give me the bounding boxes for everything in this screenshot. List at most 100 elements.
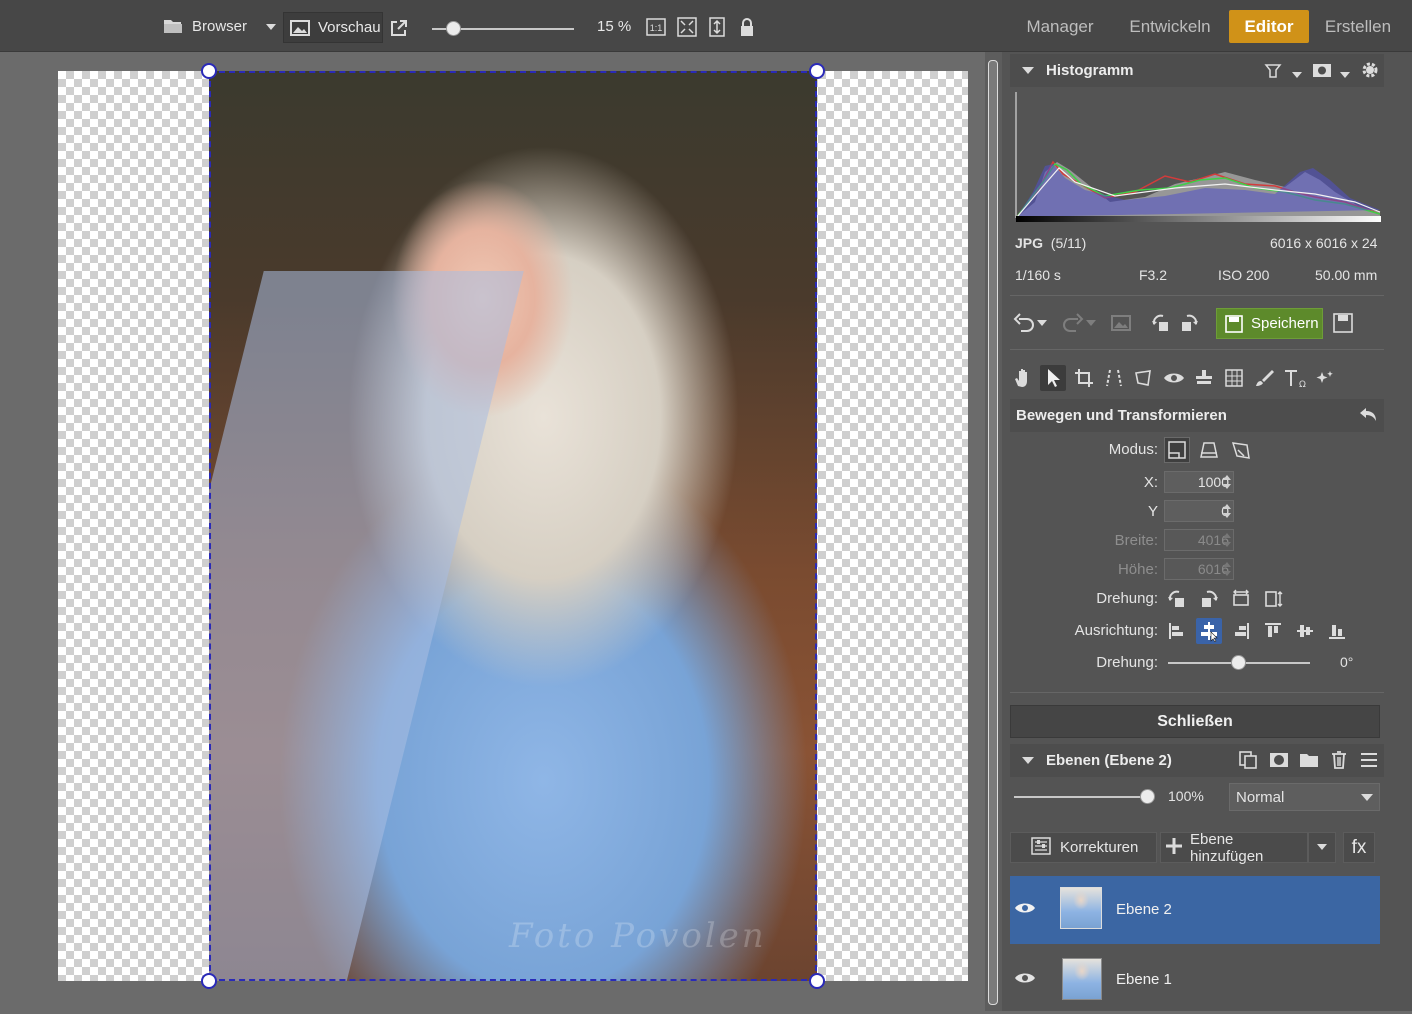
effects-stars-icon[interactable] xyxy=(1312,365,1338,391)
red-eye-tool-icon[interactable] xyxy=(1161,365,1187,391)
rotate-left-icon[interactable] xyxy=(1148,310,1174,336)
tab-erstellen[interactable]: Erstellen xyxy=(1318,10,1398,43)
rotate-left-90-icon[interactable] xyxy=(1164,586,1190,612)
folder-icon[interactable] xyxy=(1299,750,1319,774)
pin-dropdown-icon[interactable] xyxy=(1292,66,1302,83)
layers-title: Ebenen (Ebene 2) xyxy=(1046,752,1172,769)
fx-button[interactable]: fx xyxy=(1343,832,1375,863)
scrollbar-thumb[interactable] xyxy=(988,60,998,1005)
zoom-slider-handle[interactable] xyxy=(446,21,461,36)
camera-dropdown-icon[interactable] xyxy=(1340,66,1350,83)
fit-height-icon[interactable] xyxy=(706,16,728,38)
distort-tool-icon[interactable] xyxy=(1131,365,1157,391)
layer-item-ebene-2[interactable]: Ebene 2 xyxy=(1010,876,1380,944)
browser-dropdown-icon[interactable] xyxy=(262,18,280,36)
undo-dropdown-icon[interactable] xyxy=(1035,310,1049,336)
add-layer-button[interactable]: Ebene hinzufügen xyxy=(1160,831,1308,865)
canvas-scrollbar[interactable] xyxy=(985,52,1002,1011)
zoom-1-1-icon[interactable]: 1:1 xyxy=(645,16,667,38)
canvas-area[interactable]: Foto Povolen xyxy=(0,52,985,1011)
collapse-icon xyxy=(1022,67,1034,74)
camera-icon[interactable] xyxy=(1312,61,1332,83)
align-center-horizontal-icon[interactable] xyxy=(1196,618,1222,644)
preview-button[interactable]: Vorschau xyxy=(283,12,383,43)
pin-icon[interactable] xyxy=(1264,61,1282,83)
trash-icon[interactable] xyxy=(1330,750,1348,774)
save-button[interactable]: Speichern xyxy=(1216,308,1323,339)
blend-mode-value: Normal xyxy=(1236,788,1285,806)
layer-item-ebene-1[interactable]: Ebene 1 xyxy=(1010,946,1380,1014)
histogram-graph xyxy=(1015,92,1381,222)
mode-move-icon[interactable] xyxy=(1164,437,1190,463)
eye-icon[interactable] xyxy=(1014,900,1036,921)
grid-tool-icon[interactable] xyxy=(1221,365,1247,391)
transform-handle-top-right[interactable] xyxy=(809,63,825,79)
text-tool-icon[interactable]: Ω xyxy=(1282,365,1308,391)
fit-screen-icon[interactable] xyxy=(676,16,698,38)
transform-handle-bottom-left[interactable] xyxy=(201,973,217,989)
brush-tool-icon[interactable] xyxy=(1251,365,1277,391)
tab-manager[interactable]: Manager xyxy=(1012,10,1108,43)
tab-manager-label: Manager xyxy=(1026,16,1094,36)
flip-horizontal-icon[interactable] xyxy=(1228,586,1254,612)
hand-tool-icon[interactable] xyxy=(1010,365,1036,391)
duplicate-layer-icon[interactable] xyxy=(1238,750,1258,774)
perspective-tool-icon[interactable] xyxy=(1101,365,1127,391)
opacity-slider-track[interactable] xyxy=(1014,796,1148,798)
external-window-icon[interactable] xyxy=(388,17,410,39)
align-left-icon[interactable] xyxy=(1164,618,1190,644)
rotate-right-icon[interactable] xyxy=(1176,310,1202,336)
layer-mask-icon[interactable] xyxy=(1269,750,1289,774)
opacity-slider-handle[interactable] xyxy=(1140,789,1155,804)
reset-arrow-icon[interactable] xyxy=(1358,405,1378,429)
save-label: Speichern xyxy=(1251,315,1319,332)
width-label: Breite: xyxy=(1114,532,1158,549)
tab-editor[interactable]: Editor xyxy=(1229,10,1309,43)
width-spinner xyxy=(1221,529,1233,551)
add-layer-dropdown[interactable] xyxy=(1308,832,1336,863)
mode-distort-icon[interactable] xyxy=(1228,437,1254,463)
clone-stamp-icon[interactable] xyxy=(1191,365,1217,391)
blend-mode-select[interactable]: Normal xyxy=(1229,783,1380,811)
flip-vertical-icon[interactable] xyxy=(1260,586,1286,612)
move-tool-icon[interactable] xyxy=(1040,365,1066,391)
divider xyxy=(1010,349,1384,350)
y-spinner[interactable] xyxy=(1221,500,1233,522)
height-spinner xyxy=(1221,558,1233,580)
sliders-icon xyxy=(1031,836,1051,859)
layer-name: Ebene 2 xyxy=(1116,901,1172,918)
align-bottom-icon[interactable] xyxy=(1324,618,1350,644)
mode-perspective-icon[interactable] xyxy=(1196,437,1222,463)
x-spinner[interactable] xyxy=(1221,471,1233,493)
tab-editor-label: Editor xyxy=(1244,16,1294,36)
align-top-icon[interactable] xyxy=(1260,618,1286,644)
layers-header[interactable]: Ebenen (Ebene 2) xyxy=(1010,744,1384,777)
align-center-vertical-icon[interactable] xyxy=(1292,618,1318,644)
height-label: Höhe: xyxy=(1117,561,1158,578)
image-icon xyxy=(290,19,310,37)
lock-icon[interactable] xyxy=(736,16,758,38)
undo-icon[interactable] xyxy=(1011,310,1037,336)
menu-icon[interactable] xyxy=(1360,751,1378,773)
crop-tool-icon[interactable] xyxy=(1071,365,1097,391)
corrections-button[interactable]: Korrekturen xyxy=(1010,832,1157,863)
layer-name: Ebene 1 xyxy=(1116,971,1172,988)
divider xyxy=(1010,295,1384,296)
image-dimensions: 6016 x 6016 x 24 xyxy=(1270,235,1378,251)
align-right-icon[interactable] xyxy=(1228,618,1254,644)
redo-dropdown-icon xyxy=(1084,310,1098,336)
tab-erstellen-label: Erstellen xyxy=(1324,16,1392,36)
settings-gear-icon[interactable] xyxy=(1360,60,1380,84)
transform-title: Bewegen und Transformieren xyxy=(1016,407,1227,424)
angle-slider-handle[interactable] xyxy=(1231,655,1246,670)
rotate-right-90-icon[interactable] xyxy=(1196,586,1222,612)
eye-icon[interactable] xyxy=(1014,970,1036,991)
transform-handle-bottom-right[interactable] xyxy=(809,973,825,989)
tab-entwickeln[interactable]: Entwickeln xyxy=(1120,10,1220,43)
transform-handle-top-left[interactable] xyxy=(201,63,217,79)
close-button[interactable]: Schließen xyxy=(1010,705,1380,738)
histogram-header[interactable]: Histogramm xyxy=(1010,54,1384,87)
save-as-icon[interactable] xyxy=(1330,310,1356,336)
divider xyxy=(1010,692,1384,693)
browser-button[interactable]: Browser xyxy=(163,0,247,52)
